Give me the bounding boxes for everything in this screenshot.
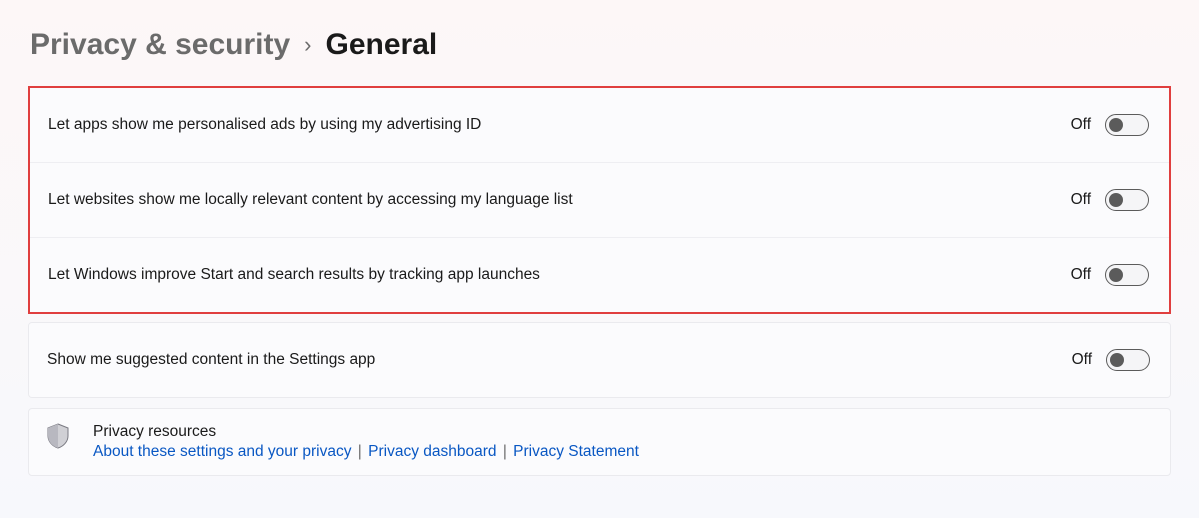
setting-suggested-content[interactable]: Show me suggested content in the Setting… — [29, 323, 1170, 397]
toggle-container: Off — [1071, 114, 1149, 136]
breadcrumb: Privacy & security › General — [0, 0, 1199, 86]
setting-suggested-content-wrap: Show me suggested content in the Setting… — [28, 322, 1171, 398]
setting-app-launches[interactable]: Let Windows improve Start and search res… — [30, 237, 1169, 312]
link-privacy-dashboard[interactable]: Privacy dashboard — [368, 443, 496, 460]
setting-label: Show me suggested content in the Setting… — [47, 351, 375, 369]
resources-title: Privacy resources — [93, 423, 639, 441]
highlighted-settings-group: Let apps show me personalised ads by usi… — [28, 86, 1171, 314]
setting-label: Let apps show me personalised ads by usi… — [48, 116, 481, 134]
toggle-container: Off — [1072, 349, 1150, 371]
link-about-privacy[interactable]: About these settings and your privacy — [93, 443, 351, 460]
setting-label: Let websites show me locally relevant co… — [48, 191, 573, 209]
resources-text: Privacy resources About these settings a… — [93, 423, 639, 461]
privacy-resources-card: Privacy resources About these settings a… — [28, 408, 1171, 476]
page-title: General — [325, 28, 437, 62]
link-privacy-statement[interactable]: Privacy Statement — [513, 443, 639, 460]
toggle-knob — [1109, 193, 1123, 207]
toggle-knob — [1110, 353, 1124, 367]
link-separator: | — [503, 443, 507, 460]
shield-icon — [47, 423, 69, 449]
toggle-state-text: Off — [1072, 351, 1092, 369]
breadcrumb-parent[interactable]: Privacy & security — [30, 28, 290, 62]
setting-label: Let Windows improve Start and search res… — [48, 266, 540, 284]
toggle-switch[interactable] — [1105, 264, 1149, 286]
toggle-container: Off — [1071, 264, 1149, 286]
resources-links: About these settings and your privacy | … — [93, 443, 639, 461]
toggle-container: Off — [1071, 189, 1149, 211]
setting-advertising-id[interactable]: Let apps show me personalised ads by usi… — [30, 88, 1169, 162]
toggle-state-text: Off — [1071, 266, 1091, 284]
chevron-right-icon: › — [304, 32, 311, 58]
link-separator: | — [358, 443, 362, 460]
toggle-knob — [1109, 268, 1123, 282]
toggle-knob — [1109, 118, 1123, 132]
toggle-switch[interactable] — [1105, 189, 1149, 211]
setting-language-list[interactable]: Let websites show me locally relevant co… — [30, 162, 1169, 237]
toggle-state-text: Off — [1071, 191, 1091, 209]
toggle-switch[interactable] — [1105, 114, 1149, 136]
toggle-switch[interactable] — [1106, 349, 1150, 371]
toggle-state-text: Off — [1071, 116, 1091, 134]
